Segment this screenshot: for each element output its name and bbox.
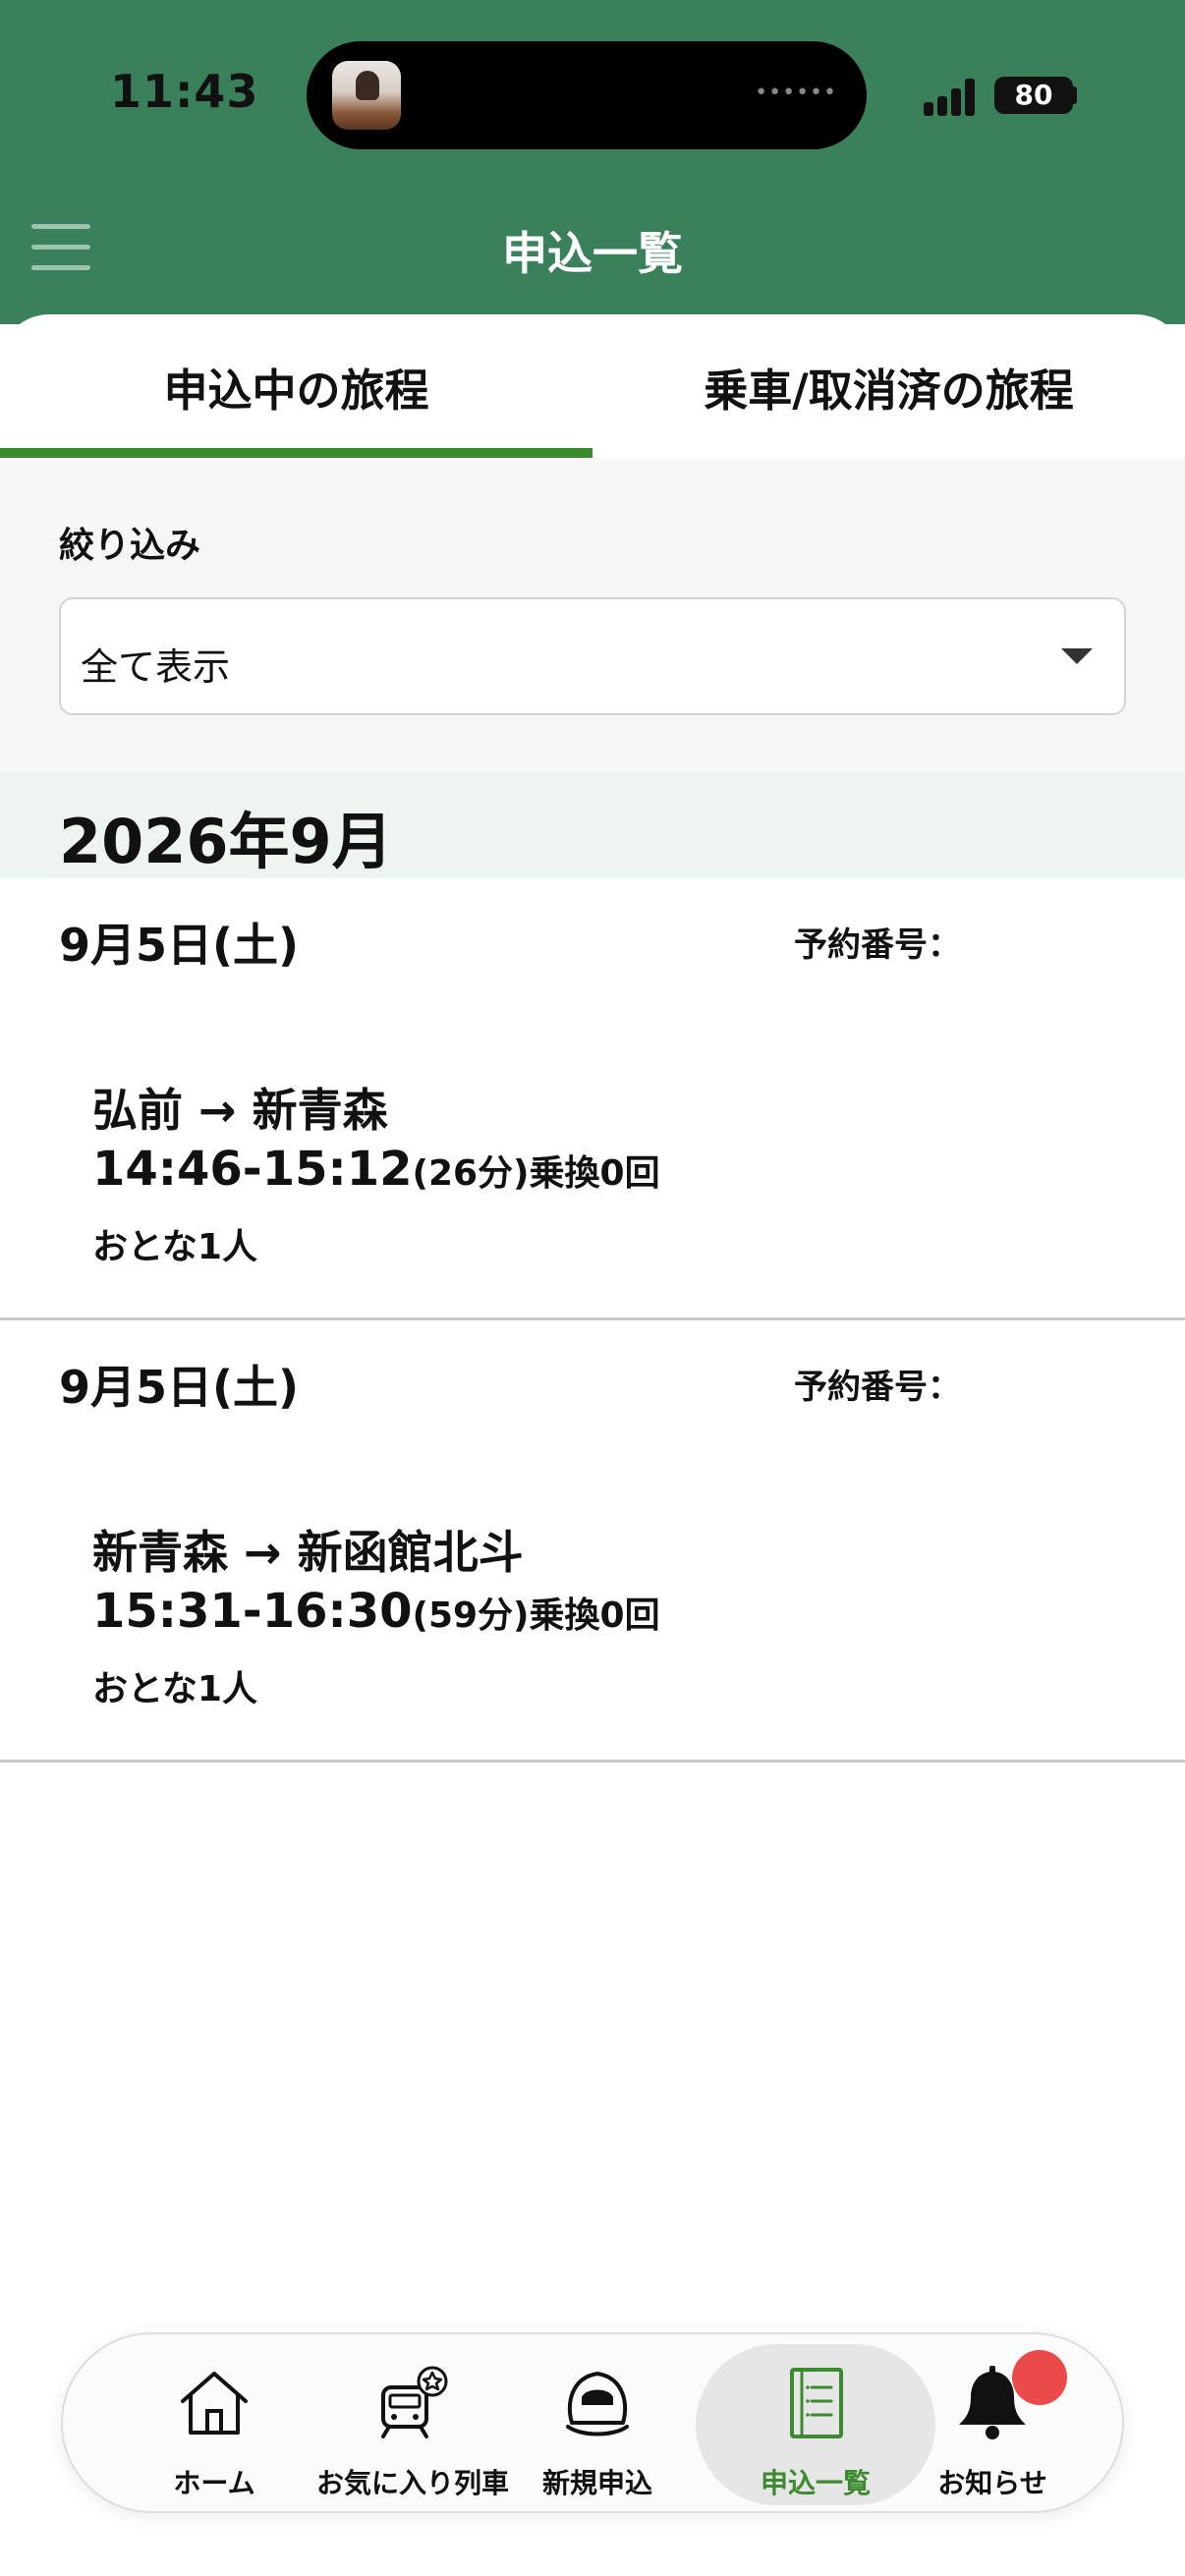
cellular-signal-icon bbox=[924, 77, 983, 116]
trip-passengers: おとな1人 bbox=[92, 1669, 257, 1709]
app-header: 11:43 •••••• 80 申込一覧 bbox=[0, 0, 1185, 324]
tab-active-itineraries[interactable]: 申込中の旅程 bbox=[0, 314, 592, 458]
chevron-down-icon bbox=[1061, 648, 1093, 664]
island-dots-indicator: •••••• bbox=[755, 81, 837, 105]
trip-duration: (26分) bbox=[412, 1153, 530, 1194]
battery-cap bbox=[1071, 86, 1077, 104]
itinerary-tabs: 申込中の旅程 乗車/取消済の旅程 bbox=[0, 314, 1185, 458]
active-tab-indicator bbox=[0, 448, 592, 458]
new-application-train-icon bbox=[566, 2372, 629, 2436]
trip-duration: (59分) bbox=[412, 1596, 530, 1636]
app-root: 11:43 •••••• 80 申込一覧 申込中の旅程 乗車/取消済の旅程 絞り… bbox=[0, 0, 1185, 2576]
filter-dropdown[interactable]: 全て表示 bbox=[59, 597, 1126, 715]
nav-notifications-label: お知らせ bbox=[937, 2467, 1047, 2499]
trip-transfers: 乗換0回 bbox=[529, 1596, 660, 1636]
trip-date: 9月5日(土) bbox=[59, 919, 300, 972]
now-playing-thumbnail bbox=[332, 61, 401, 130]
reservation-number-label: 予約番号： bbox=[794, 925, 961, 965]
filter-selected-value: 全て表示 bbox=[81, 645, 231, 689]
favorite-train-icon bbox=[381, 2366, 448, 2438]
trip-time-line: 14:46-15:12(26分)乗換0回 bbox=[92, 1142, 660, 1197]
filter-label: 絞り込み bbox=[59, 526, 201, 566]
trip-time: 14:46-15:12 bbox=[92, 1142, 413, 1197]
nav-new-application-label: 新規申込 bbox=[541, 2467, 652, 2499]
tab-completed-itineraries[interactable]: 乗車/取消済の旅程 bbox=[592, 314, 1185, 458]
nav-home[interactable]: ホーム bbox=[116, 2334, 312, 2515]
nav-favorite-trains-label: お気に入り列車 bbox=[315, 2467, 509, 2499]
filter-section: 絞り込み 全て表示 bbox=[0, 458, 1185, 772]
trip-date: 9月5日(土) bbox=[59, 1361, 300, 1414]
bottom-navigation: ホーム お気に入り列車 新規申込 申込一覧 お知らせ bbox=[61, 2332, 1124, 2513]
dynamic-island[interactable]: •••••• bbox=[307, 41, 867, 149]
page-title: 申込一覧 bbox=[502, 227, 683, 280]
nav-application-list-label: 申込一覧 bbox=[760, 2467, 871, 2499]
trip-passengers: おとな1人 bbox=[92, 1227, 257, 1267]
battery-icon: 80 bbox=[994, 77, 1073, 114]
trip-time-line: 15:31-16:30(59分)乗換0回 bbox=[92, 1584, 660, 1639]
trip-card[interactable]: 9月5日(土) 予約番号： 弘前 → 新青森 14:46-15:12(26分)乗… bbox=[0, 878, 1185, 1320]
nav-home-label: ホーム bbox=[173, 2467, 255, 2499]
trip-card[interactable]: 9月5日(土) 予約番号： 新青森 → 新函館北斗 15:31-16:30(59… bbox=[0, 1320, 1185, 1763]
month-header: 2026年9月 bbox=[0, 772, 1185, 878]
nav-application-list[interactable]: 申込一覧 bbox=[717, 2334, 914, 2515]
notification-badge bbox=[1012, 2350, 1067, 2405]
month-label: 2026年9月 bbox=[59, 806, 393, 877]
application-list-icon bbox=[790, 2368, 843, 2438]
trip-route: 新青森 → 新函館北斗 bbox=[92, 1526, 524, 1579]
home-icon bbox=[181, 2372, 248, 2435]
trip-time: 15:31-16:30 bbox=[92, 1584, 413, 1639]
trip-route: 弘前 → 新青森 bbox=[92, 1084, 388, 1137]
nav-favorite-trains[interactable]: お気に入り列車 bbox=[314, 2334, 511, 2515]
reservation-number-label: 予約番号： bbox=[794, 1368, 961, 1407]
status-time: 11:43 bbox=[110, 65, 259, 118]
nav-new-application[interactable]: 新規申込 bbox=[499, 2334, 696, 2515]
trip-transfers: 乗換0回 bbox=[529, 1153, 660, 1194]
